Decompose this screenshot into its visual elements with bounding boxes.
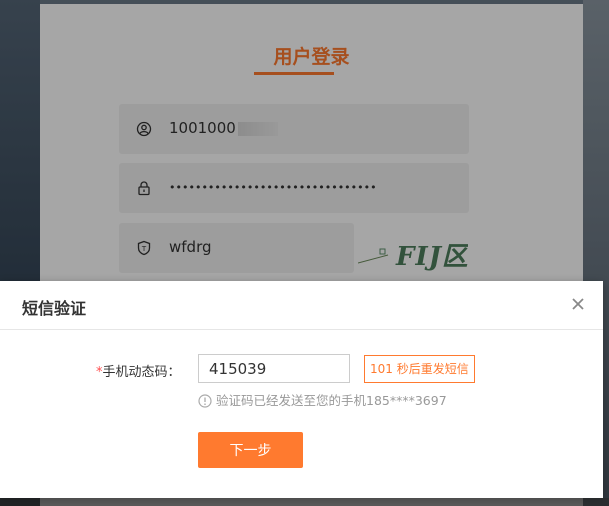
sms-sent-hint: 验证码已经发送至您的手机185****3697 (198, 390, 447, 409)
hint-text: 验证码已经发送至您的手机185****3697 (216, 393, 447, 408)
background-bottom (0, 498, 609, 506)
screen: 用户登录 1001000 •••••••••••••••••••••••••••… (0, 0, 609, 506)
dialog-title: 短信验证 (22, 299, 87, 318)
close-icon[interactable] (569, 295, 587, 313)
code-label-text: 手机动态码： (102, 365, 181, 380)
sms-verification-dialog: 短信验证 *手机动态码： 101 秒后重发短信 验证码已经发送至您的手机185*… (0, 281, 603, 498)
code-label: *手机动态码： (96, 361, 181, 380)
resend-sms-button[interactable]: 101 秒后重发短信 (364, 355, 475, 383)
sms-code-input[interactable] (198, 354, 350, 383)
info-icon (198, 394, 212, 408)
next-step-button[interactable]: 下一步 (198, 432, 303, 468)
dialog-header: 短信验证 (0, 281, 603, 330)
